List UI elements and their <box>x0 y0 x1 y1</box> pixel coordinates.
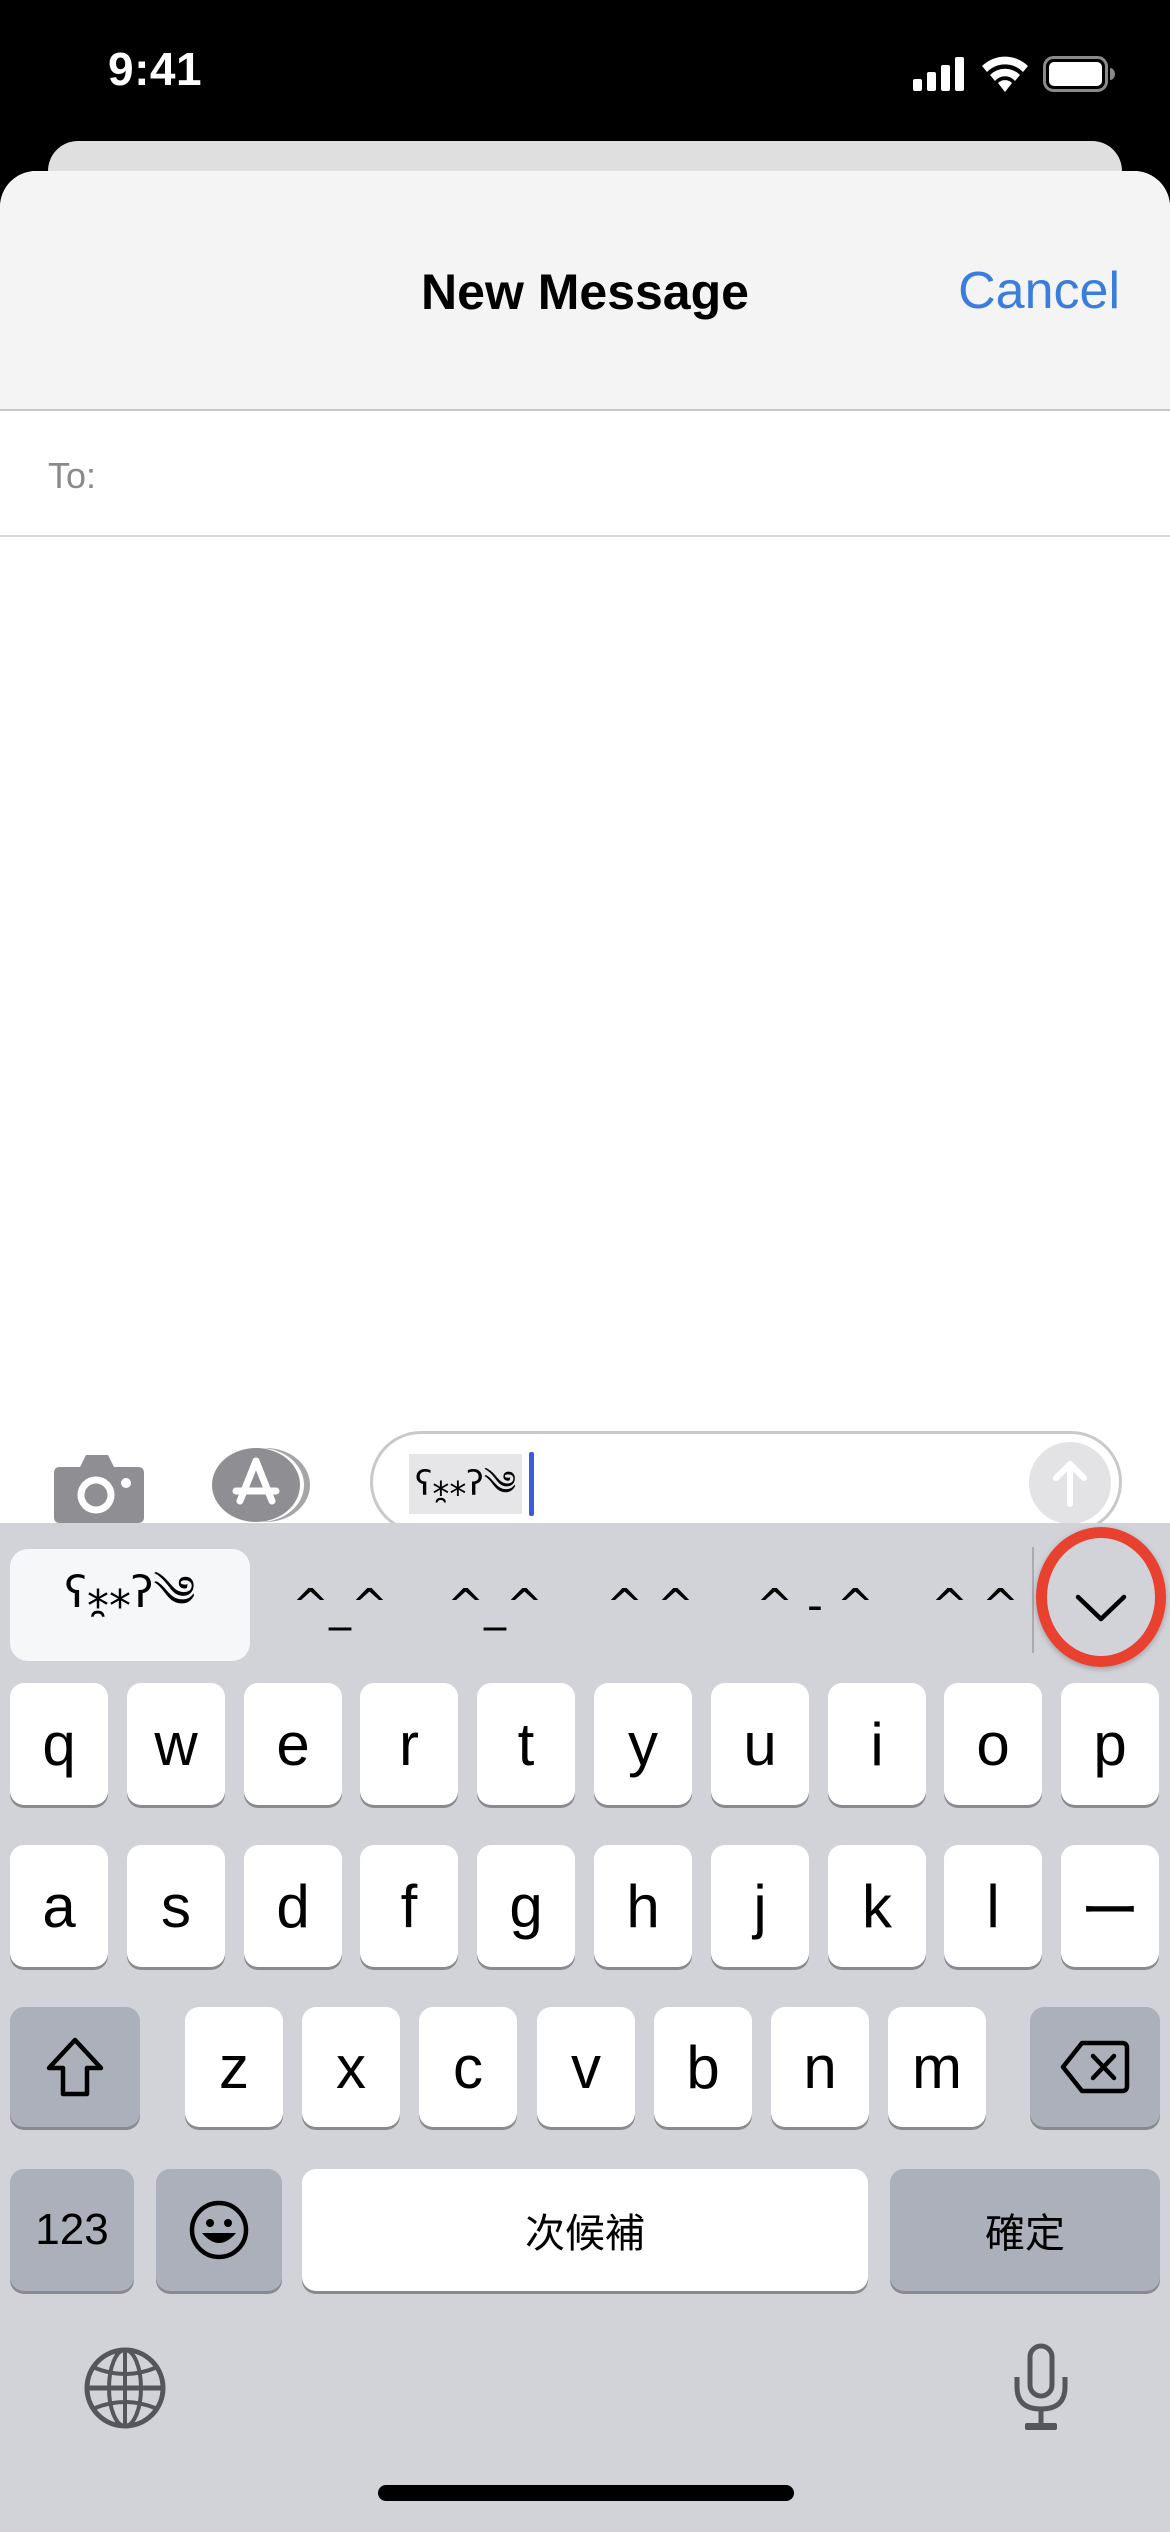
globe-button[interactable] <box>80 2343 170 2433</box>
camera-button[interactable] <box>52 1453 146 1525</box>
key-h[interactable]: h <box>594 1845 692 1967</box>
text-caret <box>529 1452 534 1516</box>
emoji-face-icon <box>189 2200 249 2260</box>
key-b[interactable]: b <box>654 2007 752 2127</box>
candidate-item[interactable]: ʕ⁎̯⁎ʔ༄ <box>10 1549 250 1661</box>
key-c[interactable]: c <box>419 2007 517 2127</box>
chevron-down-icon <box>1075 1594 1127 1622</box>
key-k[interactable]: k <box>828 1845 926 1967</box>
recipient-row: To: <box>0 411 1170 537</box>
key-s[interactable]: s <box>127 1845 225 1967</box>
message-input[interactable]: ʕ⁎̯⁎ʔ༄ <box>370 1431 1122 1533</box>
app-store-icon <box>212 1448 310 1522</box>
status-bar: 9:41 <box>0 0 1170 140</box>
key-p[interactable]: p <box>1061 1683 1159 1805</box>
shift-icon <box>46 2037 104 2097</box>
status-time: 9:41 <box>108 43 203 95</box>
key-e[interactable]: e <box>244 1683 342 1805</box>
key-n[interactable]: n <box>771 2007 869 2127</box>
key-m[interactable]: m <box>888 2007 986 2127</box>
compose-bar: ʕ⁎̯⁎ʔ༄ <box>0 1401 1170 1533</box>
key-i[interactable]: i <box>828 1683 926 1805</box>
home-indicator <box>378 2485 794 2501</box>
key-j[interactable]: j <box>711 1845 809 1967</box>
key-r[interactable]: r <box>360 1683 458 1805</box>
candidate-bar: ʕ⁎̯⁎ʔ༄ ^_^ ^_^ ^ ^ ^ - ^ ^ ^ <box>0 1523 1170 1673</box>
key-v[interactable]: v <box>537 2007 635 2127</box>
key-g[interactable]: g <box>477 1845 575 1967</box>
delete-backspace-icon <box>1060 2040 1130 2094</box>
key-w[interactable]: w <box>127 1683 225 1805</box>
emoji-key[interactable] <box>156 2169 282 2291</box>
battery-icon <box>1043 56 1115 92</box>
key-d[interactable]: d <box>244 1845 342 1967</box>
camera-icon <box>54 1455 144 1523</box>
send-button[interactable] <box>1029 1442 1111 1524</box>
candidate-item[interactable]: ^ - ^ <box>740 1549 890 1661</box>
key-long-vowel[interactable]: ー <box>1061 1845 1159 1967</box>
to-label: To: <box>48 455 97 496</box>
cellular-signal-icon <box>913 57 964 91</box>
key-z[interactable]: z <box>185 2007 283 2127</box>
confirm-key[interactable]: 確定 <box>890 2169 1160 2291</box>
globe-icon <box>84 2347 166 2429</box>
arrow-up-icon <box>1053 1461 1087 1507</box>
shift-key[interactable] <box>10 2007 140 2127</box>
key-a[interactable]: a <box>10 1845 108 1967</box>
app-store-button[interactable] <box>206 1447 320 1523</box>
candidate-divider <box>1032 1547 1034 1653</box>
status-icons <box>913 56 1115 92</box>
candidate-item[interactable]: ^_^ <box>275 1549 405 1661</box>
microphone-button[interactable] <box>996 2333 1086 2443</box>
numbers-key[interactable]: 123 <box>10 2169 134 2291</box>
message-text: ʕ⁎̯⁎ʔ༄ <box>409 1454 523 1514</box>
cancel-button[interactable]: Cancel <box>958 261 1120 321</box>
recipient-input[interactable] <box>118 441 1140 505</box>
key-u[interactable]: u <box>711 1683 809 1805</box>
key-l[interactable]: l <box>944 1845 1042 1967</box>
microphone-icon <box>1014 2343 1068 2430</box>
key-t[interactable]: t <box>477 1683 575 1805</box>
delete-key[interactable] <box>1030 2007 1160 2127</box>
keyboard: ʕ⁎̯⁎ʔ༄ ^_^ ^_^ ^ ^ ^ - ^ ^ ^ qwertyuiop … <box>0 1523 1170 2532</box>
next-candidate-key[interactable]: 次候補 <box>302 2169 868 2291</box>
key-f[interactable]: f <box>360 1845 458 1967</box>
key-y[interactable]: y <box>594 1683 692 1805</box>
key-o[interactable]: o <box>944 1683 1042 1805</box>
key-x[interactable]: x <box>302 2007 400 2127</box>
candidate-item[interactable]: ^ ^ <box>590 1549 710 1661</box>
candidate-item[interactable]: ^ ^ <box>920 1549 1030 1661</box>
key-q[interactable]: q <box>10 1683 108 1805</box>
wifi-icon <box>982 56 1028 92</box>
navigation-bar: New Message Cancel <box>0 171 1170 411</box>
candidate-item[interactable]: ^_^ <box>430 1549 560 1661</box>
expand-candidates-button[interactable] <box>1046 1553 1156 1663</box>
